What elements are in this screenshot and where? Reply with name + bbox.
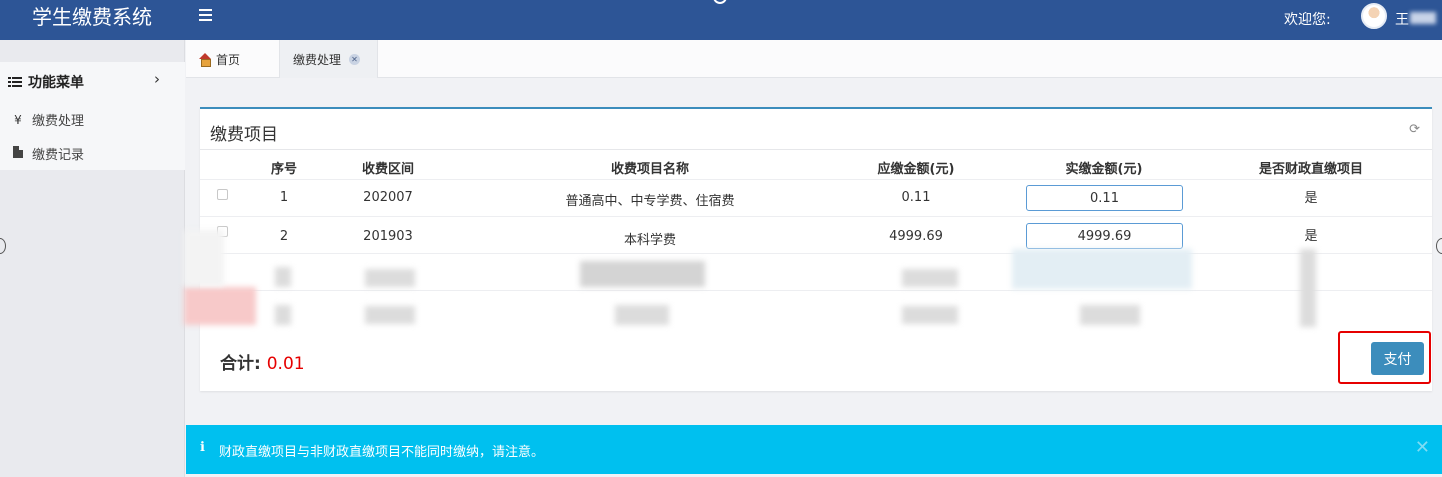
refresh-icon[interactable]: ⟳ [1409,122,1420,137]
redacted-block [902,306,958,324]
redacted-block [1080,305,1140,325]
sidebar-item-label: 缴费处理 [32,114,85,129]
close-icon[interactable]: ✕ [1415,437,1430,458]
row-item-name: 普通高中、中专学费、住宿费 [565,194,735,209]
welcome-text: 欢迎您: [1284,12,1331,28]
total-amount: 合计: 0.01 [220,349,305,374]
user-name[interactable]: 王 [1395,9,1409,29]
row-due-amount: 4999.69 [889,229,943,244]
row-seq: 2 [279,229,289,244]
avatar[interactable] [1361,3,1387,29]
column-header: 收费项目名称 [610,162,689,177]
redacted-block [1300,249,1316,327]
column-header: 应缴金额(元) [877,162,955,177]
info-icon: ℹ [200,440,205,455]
redacted-block [275,305,291,325]
top-handle-icon [713,0,727,4]
column-header: 序号 [270,162,297,177]
column-header: 收费区间 [361,162,414,177]
right-edge-handle-icon [1436,238,1442,254]
user-name-redacted [1410,12,1436,24]
tab-payment[interactable]: 缴费处理 ✕ [279,40,378,78]
info-alert: ℹ 财政直缴项目与非财政直缴项目不能同时缴纳，请注意。 ✕ [186,425,1442,474]
redacted-block [365,306,415,324]
top-header: 学生缴费系统 欢迎您: 王 [0,0,1442,40]
redacted-block [184,287,256,325]
menu-toggle-icon[interactable] [199,9,212,21]
row-checkbox[interactable] [217,189,228,200]
redacted-block [275,267,291,287]
table-row: 1 202007 普通高中、中专学费、住宿费 0.11 是 [200,179,1432,216]
redacted-block [615,305,669,325]
row-due-amount: 0.11 [901,190,931,205]
sidebar-item-payment[interactable]: ¥ 缴费处理 [12,110,85,130]
row-period: 202007 [363,190,413,205]
row-fiscal-flag: 是 [1304,229,1318,244]
redacted-block [184,230,224,286]
row-item-name: 本科学费 [623,233,676,248]
total-value: 0.01 [266,354,305,374]
column-header: 实缴金额(元) [1065,162,1143,177]
row-seq: 1 [279,190,289,205]
sidebar-item-label: 缴费记录 [32,148,85,163]
sidebar-menu-header[interactable]: 功能菜单 [8,72,84,92]
pay-button[interactable]: 支付 [1371,342,1424,375]
sidebar-item-records[interactable]: 缴费记录 [12,144,84,163]
paid-amount-input[interactable] [1026,223,1183,249]
panel-title: 缴费项目 [210,125,278,145]
menu-title: 功能菜单 [28,75,84,91]
redacted-block [902,269,958,287]
close-icon[interactable]: ✕ [349,53,361,65]
chevron-right-icon[interactable]: › [154,70,160,88]
table-row: 2 201903 本科学费 4999.69 是 [200,216,1432,253]
list-icon [8,76,22,88]
app-title: 学生缴费系统 [32,5,152,29]
redacted-block [1012,249,1192,289]
total-label: 合计: [220,354,261,374]
tab-bar: 首页 缴费处理 ✕ [186,40,1442,78]
yen-icon: ¥ [14,112,22,127]
tab-label: 缴费处理 [293,52,342,67]
alert-text: 财政直缴项目与非财政直缴项目不能同时缴纳，请注意。 [219,445,545,460]
sidebar: 功能菜单 › ¥ 缴费处理 缴费记录 [0,40,185,477]
home-icon [198,52,212,67]
paid-amount-input[interactable] [1026,185,1183,211]
tab-label: 首页 [216,52,241,67]
payment-items-panel: 缴费项目 ⟳ 序号 收费区间 收费项目名称 应缴金额(元) 实缴金额(元) 是否… [200,107,1432,391]
row-period: 201903 [363,229,413,244]
tab-home[interactable]: 首页 [186,40,279,78]
file-icon [12,146,24,161]
table-header: 序号 收费区间 收费项目名称 应缴金额(元) 实缴金额(元) 是否财政直缴项目 [200,149,1432,179]
redacted-block [580,261,705,287]
row-fiscal-flag: 是 [1304,191,1318,206]
redacted-block [365,269,415,287]
column-header: 是否财政直缴项目 [1258,162,1363,177]
